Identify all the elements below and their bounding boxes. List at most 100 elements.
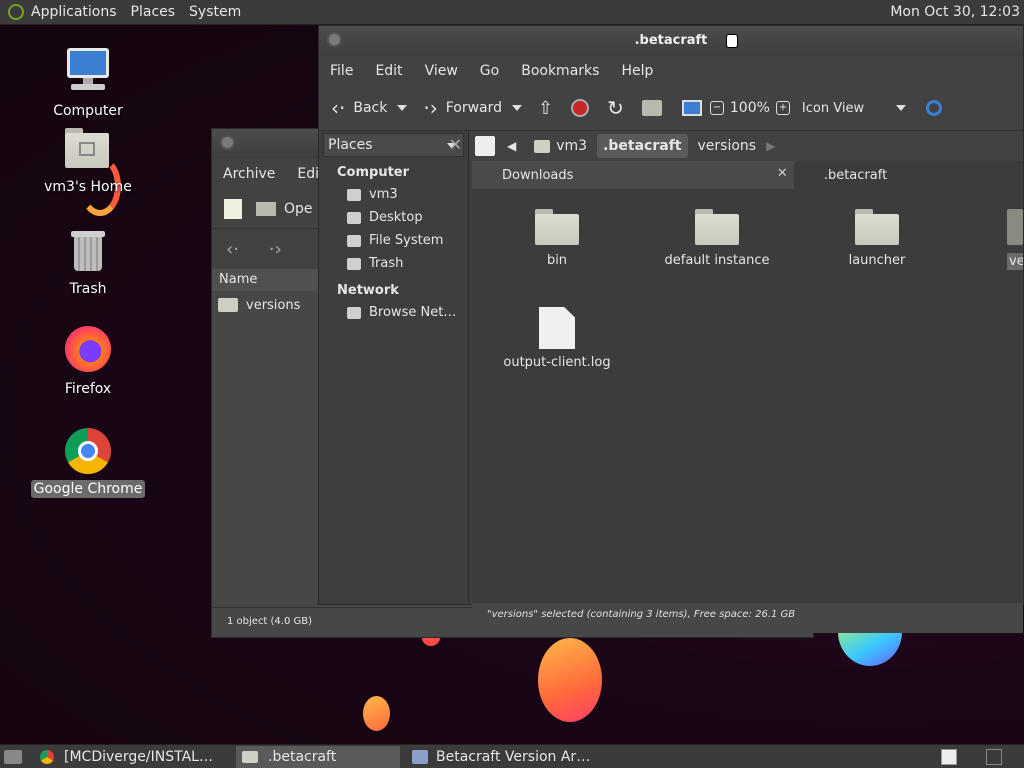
file-item-selected[interactable]: ve: [1007, 209, 1023, 274]
sidebar-item-trash[interactable]: Trash: [319, 252, 468, 275]
zoom-out-icon[interactable]: −: [709, 101, 724, 115]
applications-menu[interactable]: Applications: [31, 4, 117, 20]
go-menu[interactable]: Go: [480, 63, 499, 79]
archive-menu[interactable]: Archive: [223, 166, 275, 182]
open-button[interactable]: Ope: [284, 201, 313, 217]
places-sidebar: Places ✕ Computer vm3 Desktop File Syste…: [319, 131, 469, 603]
path-label: vm3: [556, 138, 588, 154]
places-menu[interactable]: Places: [131, 4, 176, 20]
back-button[interactable]: ‹· Back: [331, 96, 408, 120]
forward-button[interactable]: ·› Forward: [423, 96, 523, 120]
forward-history-dropdown[interactable]: [512, 105, 523, 111]
new-archive-icon[interactable]: [224, 198, 242, 219]
home-icon[interactable]: [641, 100, 662, 116]
forward-arrow-icon: ·›: [423, 96, 438, 120]
task-archive[interactable]: Betacraft Version Ar…: [406, 746, 596, 768]
desktop-icon-trash[interactable]: Trash: [28, 228, 148, 298]
taskbar: [MCDiverge/INSTAL… .betacraft Betacraft …: [0, 744, 1024, 768]
sidebar-item-label: File System: [369, 233, 444, 248]
sidebar-item-browse-network[interactable]: Browse Net…: [319, 301, 468, 324]
view-mode-label: Icon View: [801, 100, 865, 116]
workspace-switcher-icon[interactable]: [941, 749, 957, 765]
sidebar-item-vm3[interactable]: vm3: [319, 183, 468, 206]
edit-menu[interactable]: Edit: [375, 63, 402, 79]
reload-icon[interactable]: ↻: [607, 96, 624, 120]
path-button-betacraft[interactable]: .betacraft: [597, 134, 688, 158]
file-name: ve: [1007, 253, 1023, 270]
folder-icon: [695, 209, 739, 245]
file-item[interactable]: default instance: [642, 209, 792, 268]
path-right-arrow-icon[interactable]: ▶: [766, 139, 775, 153]
window-titlebar[interactable]: .betacraft: [319, 26, 1023, 56]
zoom-level: 100%: [729, 100, 770, 116]
file-item[interactable]: output-client.log: [482, 307, 632, 370]
forward-label: Forward: [445, 100, 503, 116]
zoom-in-icon[interactable]: +: [775, 101, 790, 115]
desktop-icon-computer[interactable]: Computer: [28, 46, 148, 120]
tab-downloads[interactable]: Downloads ✕: [472, 161, 794, 189]
computer-icon: [65, 46, 111, 92]
text-file-icon: [539, 307, 575, 349]
path-label: versions: [697, 138, 757, 154]
tab-label: Downloads: [502, 167, 574, 183]
system-menu[interactable]: System: [189, 4, 241, 20]
sidebar-item-label: Trash: [369, 256, 404, 271]
desktop-icon-chrome[interactable]: Google Chrome: [28, 428, 148, 498]
desktop-icon-firefox[interactable]: Firefox: [28, 326, 148, 398]
file-manager-window[interactable]: .betacraft File Edit View Go Bookmarks H…: [318, 25, 1024, 633]
file-name: bin: [546, 253, 568, 268]
view-mode-select[interactable]: Icon View: [802, 101, 906, 116]
sidebar-item-label: Browse Net…: [369, 305, 457, 320]
up-arrow-icon[interactable]: ⇧: [538, 98, 553, 119]
stop-icon[interactable]: [571, 99, 590, 117]
sidebar-item-desktop[interactable]: Desktop: [319, 206, 468, 229]
path-button-vm3[interactable]: vm3: [528, 134, 593, 158]
path-left-arrow-icon[interactable]: ◀: [507, 139, 516, 153]
folder-icon: [535, 209, 579, 245]
firefox-icon: [65, 326, 111, 372]
desktop-icon-label: Google Chrome: [30, 480, 146, 498]
task-betacraft-folder[interactable]: .betacraft: [236, 745, 400, 768]
drive-icon: [347, 234, 361, 247]
tab-label: .betacraft: [823, 167, 888, 183]
tab-bar: Downloads ✕ .betacraft: [472, 161, 1023, 189]
wallpaper-blob: [363, 696, 390, 731]
desktop-icon-home[interactable]: vm3's Home: [28, 128, 148, 216]
show-desktop-icon[interactable]: [4, 749, 22, 764]
back-history-dropdown[interactable]: [397, 105, 408, 111]
task-label: Betacraft Version Ar…: [435, 748, 590, 765]
places-selector[interactable]: Places: [323, 133, 464, 157]
file-item[interactable]: bin: [482, 209, 632, 268]
wallpaper-blob: [538, 638, 602, 722]
file-menu[interactable]: File: [330, 63, 353, 79]
help-menu[interactable]: Help: [621, 63, 653, 79]
status-bar: "versions" selected (containing 3 items)…: [472, 603, 1023, 633]
clock[interactable]: Mon Oct 30, 12:03: [890, 4, 1020, 20]
search-icon[interactable]: [925, 100, 942, 116]
path-label: .betacraft: [603, 138, 682, 154]
sidebar-item-filesystem[interactable]: File System: [319, 229, 468, 252]
close-window-button[interactable]: [220, 135, 235, 150]
workspace-switcher-icon[interactable]: [986, 749, 1002, 765]
file-view[interactable]: bin default instance launcher ve output-…: [472, 189, 1023, 603]
close-tab-icon[interactable]: ✕: [777, 166, 788, 181]
path-button-versions[interactable]: versions: [692, 134, 763, 158]
sidebar-item-label: vm3: [369, 187, 398, 202]
desktop-icon-label: Trash: [69, 281, 107, 297]
places-selector-label: Places: [328, 137, 373, 153]
computer-icon[interactable]: [681, 100, 702, 116]
desktop-icon-label: Computer: [53, 103, 123, 119]
edit-location-icon[interactable]: [475, 136, 495, 156]
gnome-foot-icon[interactable]: [8, 4, 24, 20]
tab-betacraft[interactable]: .betacraft: [793, 161, 1023, 189]
bookmarks-menu[interactable]: Bookmarks: [521, 63, 599, 79]
open-archive-icon[interactable]: [256, 201, 276, 216]
close-sidebar-icon[interactable]: ✕: [449, 135, 462, 154]
desktop-icon: [347, 211, 361, 224]
file-item[interactable]: launcher: [802, 209, 952, 268]
task-chrome[interactable]: [MCDiverge/INSTAL…: [34, 746, 230, 768]
sidebar-section-computer: Computer: [337, 165, 410, 180]
back-arrow-icon[interactable]: ‹·: [226, 239, 239, 260]
view-menu[interactable]: View: [425, 63, 458, 79]
forward-arrow-icon[interactable]: ·›: [269, 239, 282, 260]
